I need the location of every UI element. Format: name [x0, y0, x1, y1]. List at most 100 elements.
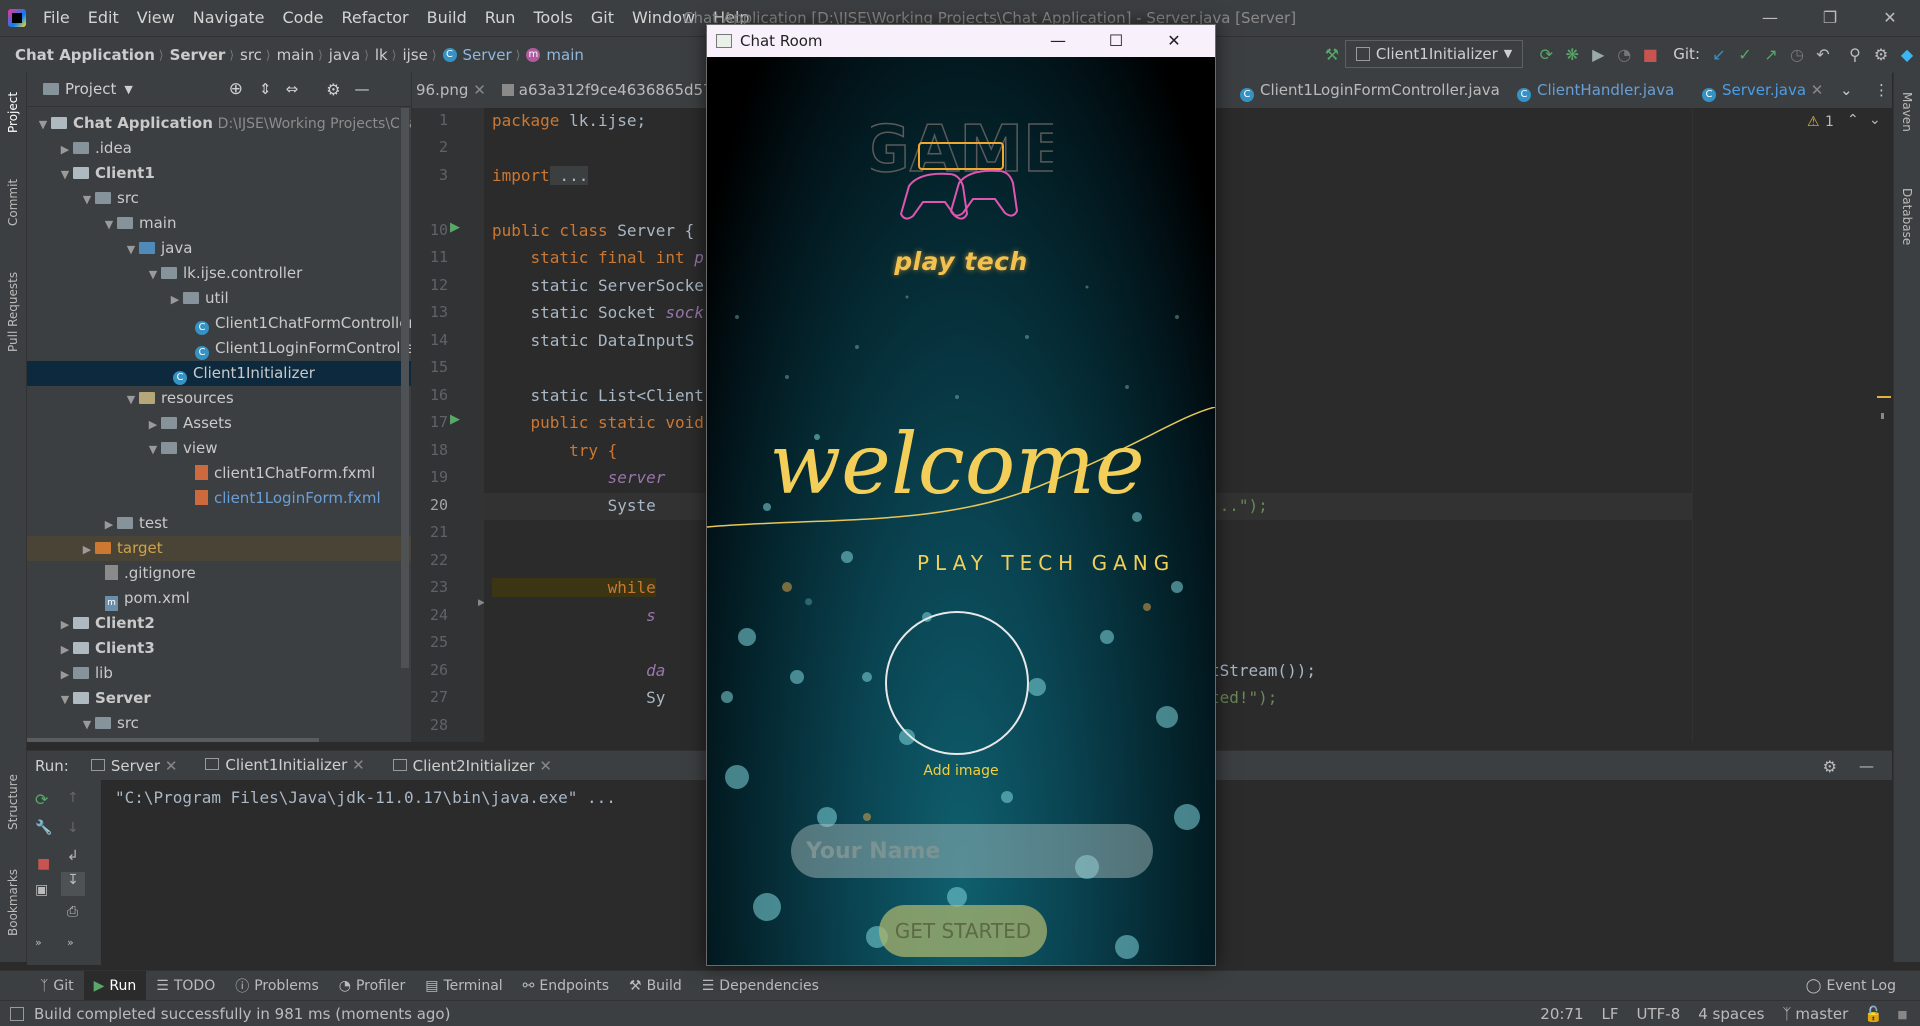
tree-item[interactable]: ▼ resources	[27, 386, 411, 411]
run-tab[interactable]: Server ✕	[77, 751, 192, 781]
profile-icon[interactable]: ◔	[1611, 45, 1637, 64]
warning-icon[interactable]: ⚠	[1807, 114, 1820, 130]
warning-marker[interactable]	[1877, 396, 1891, 398]
indent-setting[interactable]: 4 spaces	[1698, 1005, 1764, 1023]
gear-icon[interactable]: ⚙	[326, 80, 340, 99]
breadcrumb-module[interactable]: Server	[164, 46, 230, 64]
menu-git[interactable]: Git	[582, 0, 623, 36]
menu-build[interactable]: Build	[418, 0, 476, 36]
bottom-tab-git[interactable]: ᛉ Git	[30, 971, 84, 1001]
tree-item[interactable]: ▼main	[27, 211, 411, 236]
coverage-icon[interactable]: ▶	[1585, 45, 1611, 64]
avatar-image-circle[interactable]	[885, 611, 1029, 755]
tree-item[interactable]: ▼ lk.ijse.controller	[27, 261, 411, 286]
line-separator[interactable]: LF	[1602, 1005, 1619, 1023]
print-icon[interactable]: ⎙	[67, 904, 78, 920]
search-icon[interactable]: ⚲	[1842, 45, 1868, 64]
breadcrumb-lk[interactable]: lk	[369, 46, 392, 64]
tool-tab-maven[interactable]: Maven	[1894, 82, 1920, 142]
gear-icon[interactable]: ⚙	[1823, 757, 1859, 776]
name-input[interactable]	[791, 824, 1153, 878]
stop-icon[interactable]: ■	[37, 856, 50, 872]
bottom-tab-run[interactable]: ▶ Run	[83, 971, 147, 1001]
tool-tab-pull-requests[interactable]: Pull Requests	[0, 252, 26, 372]
tree-item[interactable]: ▼ src	[27, 186, 411, 211]
scroll-to-end-icon[interactable]: ↧	[61, 872, 85, 896]
breadcrumb-ijse[interactable]: ijse	[396, 46, 431, 64]
git-update-icon[interactable]: ↙	[1706, 45, 1732, 64]
arrow-up-icon[interactable]: ↑	[67, 790, 79, 806]
hammer-icon[interactable]: ⚒	[1319, 45, 1345, 64]
hide-panel-icon[interactable]: —	[355, 80, 370, 98]
bottom-tab-profiler[interactable]: ◔ Profiler	[329, 971, 416, 1001]
close-icon[interactable]: ✕	[352, 756, 365, 774]
soft-wrap-icon[interactable]: ↲	[67, 848, 79, 864]
more-icon[interactable]: »	[67, 936, 74, 949]
run-gutter-icon[interactable]: ▶	[450, 220, 460, 235]
chevron-up-icon[interactable]: ⌃	[1847, 112, 1859, 128]
breadcrumb-main[interactable]: main	[271, 46, 318, 64]
tree-root[interactable]: ▼ Chat Application D:\IJSE\Working Projec…	[27, 111, 411, 136]
collapse-all-icon[interactable]: ⇔	[286, 80, 299, 98]
editor-tab[interactable]: 96.png ✕	[416, 72, 486, 108]
add-image-link[interactable]: Add image	[707, 763, 1215, 779]
maximize-icon[interactable]: ☐	[1087, 25, 1145, 57]
tree-item[interactable]: ▶ Assets	[27, 411, 411, 436]
tree-item[interactable]: ▶ test	[27, 511, 411, 536]
git-branch[interactable]: master	[1795, 1005, 1848, 1023]
git-push-icon[interactable]: ↗	[1758, 45, 1784, 64]
caret-position[interactable]: 20:71	[1540, 1005, 1583, 1023]
debug-icon[interactable]: ❋	[1559, 45, 1585, 64]
editor-tab[interactable]: C Client1LoginFormController.java	[1240, 72, 1500, 108]
tree-item-selected[interactable]: C Client1Initializer	[27, 361, 411, 386]
tool-tab-project[interactable]: Project	[0, 82, 26, 142]
tabs-dropdown-icon[interactable]: ⌄	[1840, 72, 1853, 108]
tree-item[interactable]: ▶ Client3	[27, 636, 411, 661]
locate-icon[interactable]: ⊕	[229, 79, 243, 99]
bottom-tab-endpoints[interactable]: ⚯ Endpoints	[513, 971, 619, 1001]
rerun-icon[interactable]: ⟳	[1533, 45, 1559, 64]
menu-refactor[interactable]: Refactor	[332, 0, 417, 36]
tree-item[interactable]: ▶ util	[27, 286, 411, 311]
bottom-tab-todo[interactable]: ☰ TODO	[146, 971, 225, 1001]
more-icon[interactable]: »	[35, 936, 42, 949]
tree-item[interactable]: .gitignore	[27, 561, 411, 586]
chat-window-titlebar[interactable]: Chat Room — ☐ ✕	[707, 25, 1215, 57]
menu-navigate[interactable]: Navigate	[184, 0, 274, 36]
breadcrumb-java[interactable]: java	[323, 46, 364, 64]
minimize-icon[interactable]: —	[1740, 0, 1800, 36]
chevron-down-icon[interactable]: ⌄	[1869, 112, 1881, 128]
bottom-tab-dependencies[interactable]: ☰ Dependencies	[692, 971, 829, 1001]
tree-item[interactable]: ▼ Server	[27, 686, 411, 711]
tree-item[interactable]: client1ChatForm.fxml	[27, 461, 411, 486]
rerun-icon[interactable]: ⟳	[35, 790, 48, 809]
tree-item[interactable]: C Client1LoginFormController	[27, 336, 411, 361]
tool-tab-bookmarks[interactable]: Bookmarks	[0, 857, 26, 947]
menu-code[interactable]: Code	[274, 0, 333, 36]
menu-file[interactable]: File	[34, 0, 79, 36]
close-icon[interactable]: ✕	[1860, 0, 1920, 36]
run-tab[interactable]: Client2Initializer ✕	[379, 751, 566, 781]
tool-tab-commit[interactable]: Commit	[0, 162, 26, 242]
get-started-button[interactable]: GET STARTED	[879, 905, 1047, 957]
tree-item[interactable]: ▶ .idea	[27, 136, 411, 161]
close-icon[interactable]: ✕	[1145, 25, 1203, 57]
history-icon[interactable]: ◷	[1784, 45, 1810, 64]
tree-item[interactable]: ▼ Client1	[27, 161, 411, 186]
status-message[interactable]: Build completed successfully in 981 ms (…	[34, 1005, 450, 1023]
arrow-down-icon[interactable]: ↓	[67, 820, 79, 836]
git-commit-icon[interactable]: ✓	[1732, 45, 1758, 64]
minimize-icon[interactable]: —	[1029, 25, 1087, 57]
close-icon[interactable]: ✕	[473, 81, 486, 99]
tree-item[interactable]: ▼ view	[27, 436, 411, 461]
menu-view[interactable]: View	[128, 0, 184, 36]
hide-panel-icon[interactable]: —	[1859, 757, 1892, 775]
tree-item[interactable]: C Client1ChatFormController	[27, 311, 411, 336]
breadcrumb-class[interactable]: Server	[463, 46, 516, 64]
close-icon[interactable]: ✕	[165, 757, 178, 775]
run-config-selector[interactable]: Client1Initializer ▼	[1344, 40, 1524, 68]
tree-item[interactable]: client1LoginForm.fxml	[27, 486, 411, 511]
horizontal-scrollbar[interactable]	[27, 738, 319, 742]
tree-item[interactable]: ▶ lib	[27, 661, 411, 686]
breadcrumb-project[interactable]: Chat Application	[9, 46, 159, 64]
